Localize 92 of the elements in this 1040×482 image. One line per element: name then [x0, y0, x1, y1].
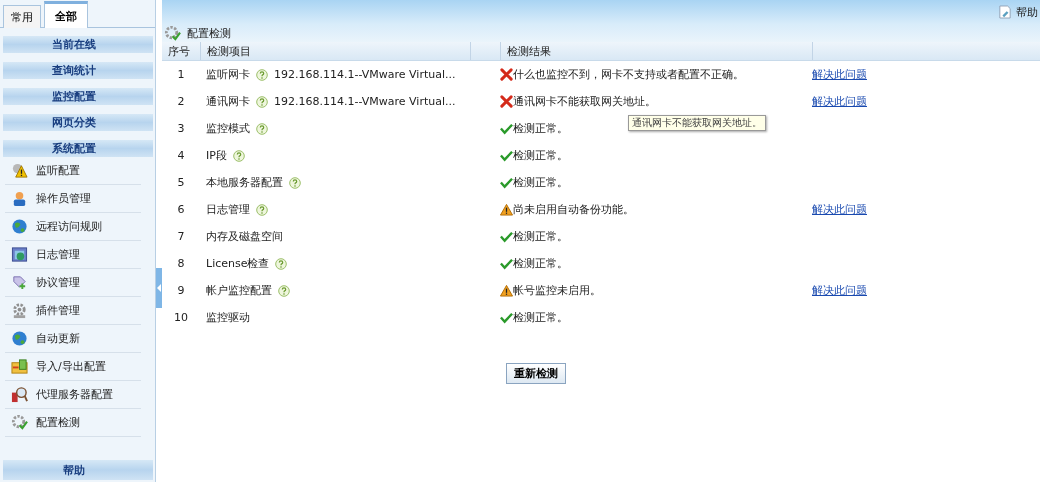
- check-icon: [500, 230, 513, 243]
- sidebar-item[interactable]: 配置检测: [5, 409, 141, 437]
- sidebar-tab[interactable]: 全部: [44, 1, 88, 28]
- help-link[interactable]: 帮助: [999, 4, 1038, 20]
- column-header: 检测项目: [200, 42, 470, 60]
- check-icon: [500, 149, 513, 162]
- warning-gear-icon: [11, 162, 28, 179]
- warning-icon: [500, 284, 513, 297]
- row-number: 3: [177, 122, 185, 135]
- row-number: 6: [177, 203, 185, 216]
- check-result: 检测正常。: [513, 229, 568, 244]
- panel-title: 配置检测: [187, 25, 231, 41]
- section-header[interactable]: 监控配置: [3, 88, 153, 105]
- help-icon[interactable]: [232, 149, 245, 162]
- check-result: 检测正常。: [513, 148, 568, 163]
- fix-link[interactable]: 解决此问题: [812, 202, 867, 217]
- sidebar-item[interactable]: 自动更新: [5, 325, 141, 353]
- section-header[interactable]: 当前在线: [3, 36, 153, 53]
- warning-icon: [500, 203, 513, 216]
- row-number: 7: [177, 230, 185, 243]
- check-result: 检测正常。: [513, 121, 568, 136]
- check-result: 检测正常。: [513, 175, 568, 190]
- fix-link[interactable]: 解决此问题: [812, 67, 867, 82]
- check-result: 帐号监控未启用。: [513, 283, 601, 298]
- section-header[interactable]: 查询统计: [3, 62, 153, 79]
- check-result: 检测正常。: [513, 310, 568, 325]
- log-window-icon: [11, 246, 28, 263]
- check-item: 日志管理: [206, 202, 250, 217]
- document-icon: [999, 5, 1011, 19]
- cross-icon: [500, 95, 513, 108]
- check-icon: [500, 257, 513, 270]
- fix-link[interactable]: 解决此问题: [812, 94, 867, 109]
- sidebar-tab[interactable]: 常用: [3, 5, 41, 28]
- folder-arrow-icon: [11, 358, 28, 375]
- row-number: 1: [177, 68, 185, 81]
- adapter-name: 192.168.114.1--VMware Virtual...: [274, 95, 456, 108]
- help-icon[interactable]: [256, 68, 268, 81]
- help-icon[interactable]: [256, 122, 268, 135]
- check-icon: [500, 176, 513, 189]
- sidebar-item[interactable]: 代理服务器配置: [5, 381, 141, 409]
- check-item: 监听网卡: [206, 67, 250, 82]
- row-number: 2: [177, 95, 185, 108]
- help-icon[interactable]: [278, 284, 290, 297]
- sidebar-item[interactable]: 协议管理: [5, 269, 141, 297]
- cross-icon: [500, 68, 513, 81]
- check-item: 本地服务器配置: [206, 175, 283, 190]
- sidebar-item[interactable]: 插件管理: [5, 297, 141, 325]
- row-number: 10: [174, 311, 188, 324]
- magnifier-icon: [11, 386, 28, 403]
- check-item: 帐户监控配置: [206, 283, 272, 298]
- check-item: 监控驱动: [206, 310, 250, 325]
- help-icon[interactable]: [256, 203, 268, 216]
- recheck-button[interactable]: 重新检测: [506, 363, 566, 384]
- check-item: 通讯网卡: [206, 94, 250, 109]
- row-number: 4: [177, 149, 185, 162]
- collapse-handle[interactable]: [156, 268, 162, 308]
- check-item: 内存及磁盘空间: [206, 229, 283, 244]
- column-header: 检测结果: [500, 42, 812, 60]
- gear-icon: [11, 302, 28, 319]
- fix-link[interactable]: 解决此问题: [812, 283, 867, 298]
- adapter-name: 192.168.114.1--VMware Virtual...: [274, 68, 456, 81]
- column-header: 序号: [167, 43, 191, 60]
- section-header[interactable]: 帮助: [3, 460, 153, 480]
- row-number: 5: [177, 176, 185, 189]
- help-icon[interactable]: [256, 95, 268, 108]
- check-item: License检查: [206, 256, 270, 271]
- row-number: 8: [177, 257, 185, 270]
- check-item: 监控模式: [206, 121, 250, 136]
- help-icon[interactable]: [289, 176, 301, 189]
- globe-icon: [11, 218, 28, 235]
- row-number: 9: [177, 284, 185, 297]
- sidebar-item[interactable]: 操作员管理: [5, 185, 141, 213]
- check-result: 什么也监控不到，网卡不支持或者配置不正确。: [513, 67, 744, 82]
- sidebar-item[interactable]: 远程访问规则: [5, 213, 141, 241]
- section-header[interactable]: 网页分类: [3, 114, 153, 131]
- check-result: 通讯网卡不能获取网关地址。: [513, 94, 656, 109]
- gear-check-icon: [164, 24, 181, 42]
- sidebar-item[interactable]: 日志管理: [5, 241, 141, 269]
- tag-icon: [11, 274, 28, 291]
- sidebar-item[interactable]: 监听配置: [5, 157, 141, 185]
- tooltip: 通讯网卡不能获取网关地址。: [628, 115, 766, 131]
- gear-check-icon: [11, 414, 28, 431]
- globe-icon: [11, 330, 28, 347]
- help-icon[interactable]: [275, 257, 288, 270]
- check-icon: [500, 311, 513, 324]
- check-item: IP段: [206, 148, 227, 163]
- sidebar-item[interactable]: 导入/导出配置: [5, 353, 141, 381]
- person-icon: [11, 190, 28, 207]
- check-result: 检测正常。: [513, 256, 568, 271]
- check-result: 尚未启用自动备份功能。: [513, 202, 634, 217]
- check-icon: [500, 122, 513, 135]
- section-header[interactable]: 系统配置: [3, 140, 153, 157]
